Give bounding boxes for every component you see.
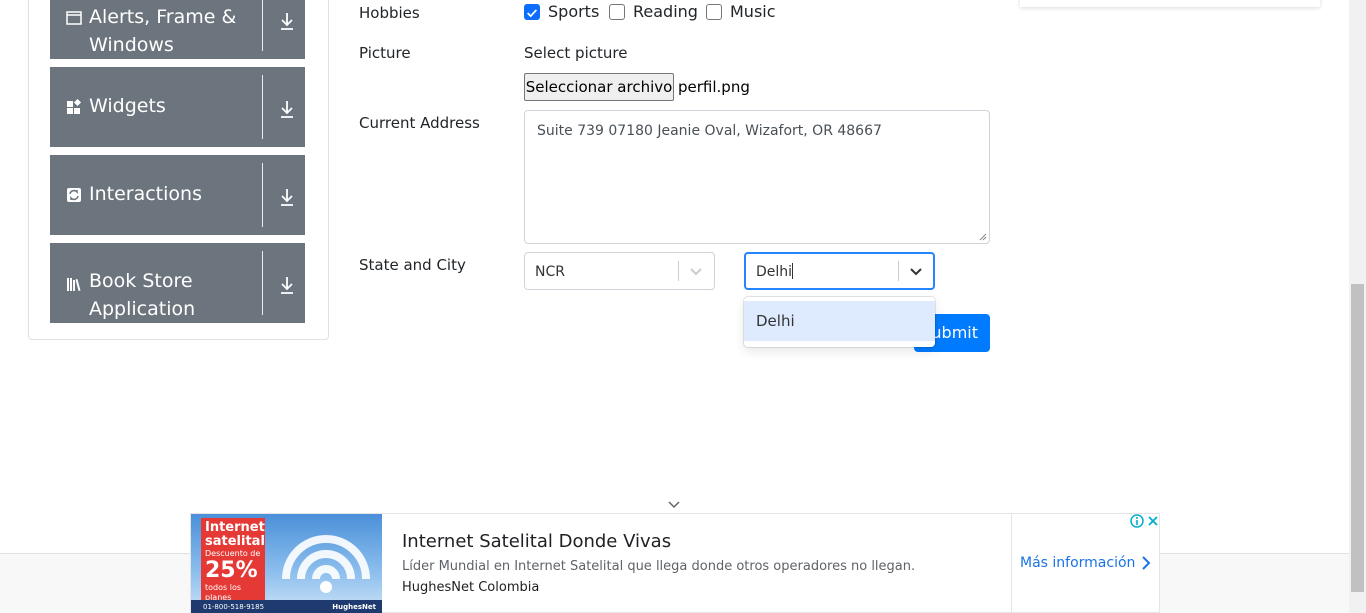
city-dropdown-menu: Delhi <box>744 297 935 347</box>
city-select[interactable]: Delhi <box>744 252 935 290</box>
ad-title[interactable]: Internet Satelital Donde Vivas <box>402 531 671 553</box>
divider <box>262 75 263 139</box>
hobbies-group: Sports Reading Music <box>524 0 824 26</box>
books-icon <box>67 278 81 292</box>
sidebar-group-interactions[interactable]: Interactions <box>50 155 305 235</box>
city-input[interactable]: Delhi <box>756 262 794 282</box>
state-city-label: State and City <box>359 256 466 274</box>
hobbies-label: Hobbies <box>359 4 420 22</box>
state-value: NCR <box>535 264 565 280</box>
download-icon[interactable] <box>279 187 295 207</box>
state-select[interactable]: NCR <box>524 252 715 290</box>
right-card <box>1020 0 1320 7</box>
sidebar-group-label: Interactions <box>89 183 202 205</box>
sidebar-group-widgets[interactable]: Widgets <box>50 67 305 147</box>
city-option[interactable]: Delhi <box>744 301 935 341</box>
download-icon[interactable] <box>279 99 295 119</box>
sidebar-group-label: Widgets <box>89 95 166 117</box>
ad-phone-bar: 01-800-518-9185 HughesNet <box>191 600 382 613</box>
sidebar-group-label: Alerts, Frame & Windows <box>89 6 237 56</box>
wifi-cloud-icon <box>282 535 370 593</box>
address-textarea[interactable]: Suite 739 07180 Jeanie Oval, Wizafort, O… <box>524 110 990 244</box>
ad-badge: Internet satelital Descuento de 25% todo… <box>201 518 265 602</box>
window-icon <box>66 11 82 25</box>
ad-cta-link[interactable]: Más información <box>1020 554 1135 572</box>
ad-badge-percent: 25% <box>205 558 258 583</box>
divider <box>898 261 899 281</box>
divider <box>678 261 679 281</box>
close-icon[interactable] <box>1146 514 1160 528</box>
ad-phone: 01-800-518-9185 <box>203 603 265 611</box>
city-input-text: Delhi <box>756 264 793 280</box>
reading-label[interactable]: Reading <box>633 2 698 22</box>
text-caret <box>792 263 794 279</box>
file-name: perfil.png <box>678 78 750 96</box>
ad-brand-small: HughesNet <box>332 603 376 611</box>
music-checkbox[interactable] <box>706 4 722 20</box>
ad-advertiser: HughesNet Colombia <box>402 580 540 595</box>
divider <box>262 0 263 51</box>
ad-image[interactable]: Internet satelital Descuento de 25% todo… <box>191 514 382 613</box>
divider <box>262 163 263 227</box>
info-icon[interactable] <box>1130 514 1144 528</box>
divider <box>1011 514 1012 613</box>
resize-handle-icon[interactable] <box>979 233 987 241</box>
picture-hint: Select picture <box>524 44 628 62</box>
file-upload-button[interactable]: Seleccionar archivo <box>524 73 674 101</box>
sidebar-group-alerts[interactable]: Alerts, Frame & Windows <box>50 0 305 59</box>
chevron-down-icon[interactable] <box>909 264 923 278</box>
address-label: Current Address <box>359 114 480 132</box>
chevron-down-icon[interactable] <box>667 500 681 510</box>
interactions-icon <box>67 188 81 202</box>
check-icon <box>527 9 538 18</box>
reading-checkbox[interactable] <box>609 4 625 20</box>
ad-banner[interactable]: Internet satelital Descuento de 25% todo… <box>190 513 1160 613</box>
sports-checkbox[interactable] <box>524 4 540 20</box>
address-text: Suite 739 07180 Jeanie Oval, Wizafort, O… <box>537 123 882 139</box>
download-icon[interactable] <box>279 11 295 31</box>
divider <box>262 251 263 315</box>
scrollbar-thumb[interactable] <box>1351 284 1364 592</box>
chevron-down-icon[interactable] <box>689 264 703 278</box>
ad-badge-text: satelital <box>205 534 265 549</box>
scrollbar[interactable] <box>1349 0 1366 613</box>
chevron-right-icon[interactable] <box>1141 556 1151 570</box>
download-icon[interactable] <box>279 275 295 295</box>
picture-label: Picture <box>359 44 411 62</box>
ad-description: Líder Mundial en Internet Satelital que … <box>402 559 916 574</box>
sidebar-group-bookstore[interactable]: Book Store Application <box>50 243 305 323</box>
sidebar-group-label: Book Store Application <box>89 270 196 320</box>
music-label[interactable]: Music <box>730 2 776 22</box>
ad-badge-text: Internet <box>205 520 265 535</box>
widgets-icon <box>67 99 82 114</box>
sports-label[interactable]: Sports <box>548 2 599 22</box>
